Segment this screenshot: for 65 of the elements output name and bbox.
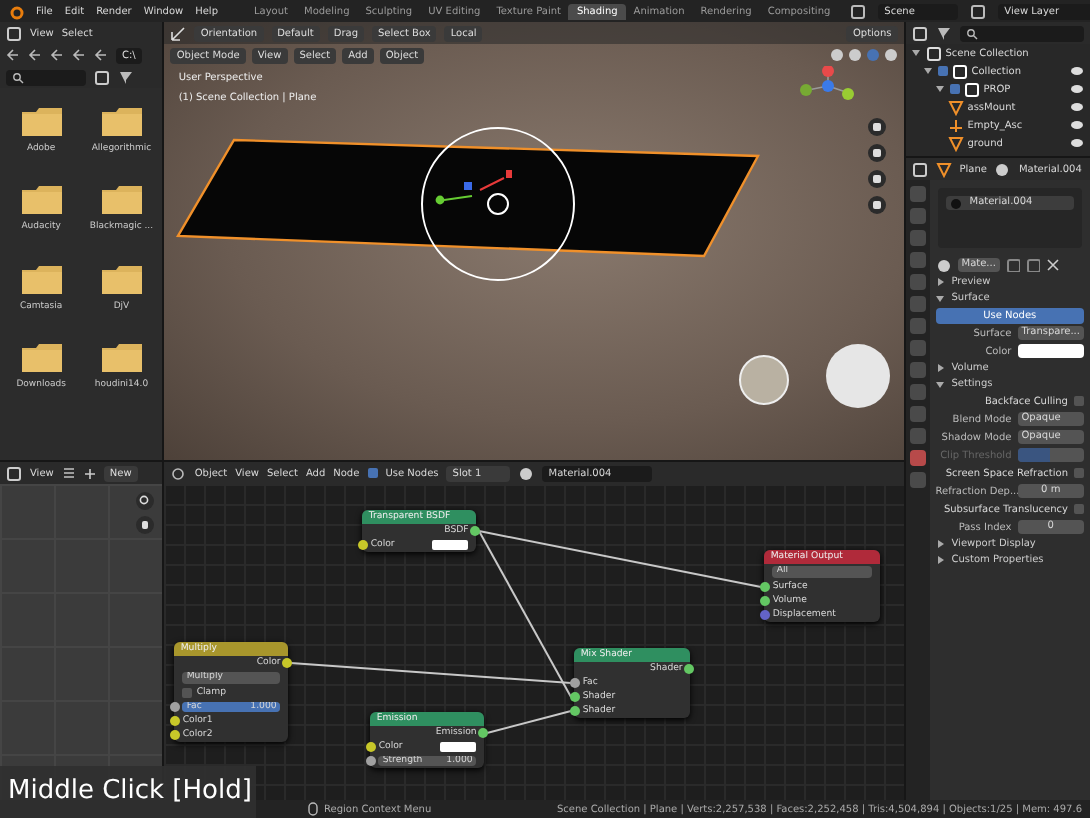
hdri-preview-sphere — [739, 355, 790, 405]
menu-icon[interactable] — [61, 466, 76, 480]
search-field[interactable] — [6, 69, 86, 85]
socket-icon[interactable] — [570, 692, 581, 702]
transform-icon[interactable] — [170, 25, 187, 41]
color-field[interactable] — [1017, 344, 1084, 358]
checkbox[interactable] — [1074, 468, 1084, 478]
material-icon[interactable] — [935, 257, 952, 273]
folder-icon[interactable] — [21, 265, 62, 294]
unlink-icon[interactable] — [1045, 258, 1060, 272]
hand-icon[interactable] — [867, 144, 886, 162]
socket-icon[interactable] — [684, 664, 695, 674]
socket-icon[interactable] — [366, 742, 377, 752]
disclosure-icon[interactable] — [935, 363, 946, 373]
folder-icon[interactable] — [101, 108, 142, 136]
object-icon[interactable] — [947, 99, 964, 115]
disclosure-icon[interactable] — [935, 379, 946, 389]
hand-icon[interactable] — [136, 516, 155, 534]
folder-icon[interactable] — [21, 108, 62, 136]
folder-icon[interactable] — [101, 344, 142, 373]
socket-icon[interactable] — [170, 730, 181, 740]
disclosure-icon[interactable] — [935, 293, 946, 303]
socket-icon[interactable] — [170, 716, 181, 726]
plane-mesh[interactable] — [176, 138, 761, 258]
socket-icon[interactable] — [478, 728, 489, 738]
visibility-checkbox[interactable] — [949, 84, 960, 94]
visibility-checkbox[interactable] — [937, 66, 948, 76]
transform-gizmo-drawing[interactable] — [421, 127, 576, 281]
use-nodes-checkbox[interactable] — [367, 468, 378, 478]
folder-icon[interactable] — [101, 186, 142, 215]
disclosure-icon[interactable] — [935, 539, 946, 549]
navigation-gizmo-drawing[interactable] — [800, 66, 855, 100]
socket-icon[interactable] — [760, 582, 771, 592]
shortcut-hint: Middle Click [Hold] — [0, 766, 256, 818]
material-preview-sphere — [826, 344, 891, 408]
color-swatch[interactable] — [432, 540, 469, 550]
material-icon[interactable] — [518, 465, 535, 481]
search-field[interactable] — [959, 25, 1084, 41]
object-icon[interactable] — [947, 117, 964, 133]
socket-icon[interactable] — [570, 678, 581, 688]
folder-icon[interactable] — [21, 344, 62, 373]
node-checkbox[interactable] — [182, 688, 193, 698]
search-icon[interactable] — [12, 71, 24, 83]
socket-icon[interactable] — [760, 596, 771, 606]
socket-icon[interactable] — [470, 526, 481, 536]
socket-icon[interactable] — [282, 658, 293, 668]
disclosure-icon[interactable] — [935, 555, 946, 565]
checkbox[interactable] — [1074, 396, 1084, 406]
node-wire — [486, 710, 573, 734]
search-icon[interactable] — [965, 27, 978, 39]
add-icon[interactable] — [83, 467, 96, 479]
checkbox[interactable] — [1074, 504, 1084, 514]
folder-icon[interactable] — [101, 265, 142, 294]
socket-icon[interactable] — [358, 540, 369, 550]
disclosure-icon[interactable] — [935, 277, 946, 287]
socket-icon[interactable] — [570, 706, 581, 716]
material-icon[interactable] — [994, 161, 1011, 177]
shader-editor-icon[interactable] — [170, 465, 187, 481]
color-swatch[interactable] — [440, 742, 477, 752]
folder-icon[interactable] — [21, 186, 62, 215]
blender-logo-icon[interactable] — [8, 3, 24, 19]
socket-icon[interactable] — [170, 702, 181, 712]
back-arrow-icon[interactable] — [6, 48, 20, 62]
mouse-icon — [308, 802, 318, 816]
socket-icon[interactable] — [366, 756, 377, 766]
